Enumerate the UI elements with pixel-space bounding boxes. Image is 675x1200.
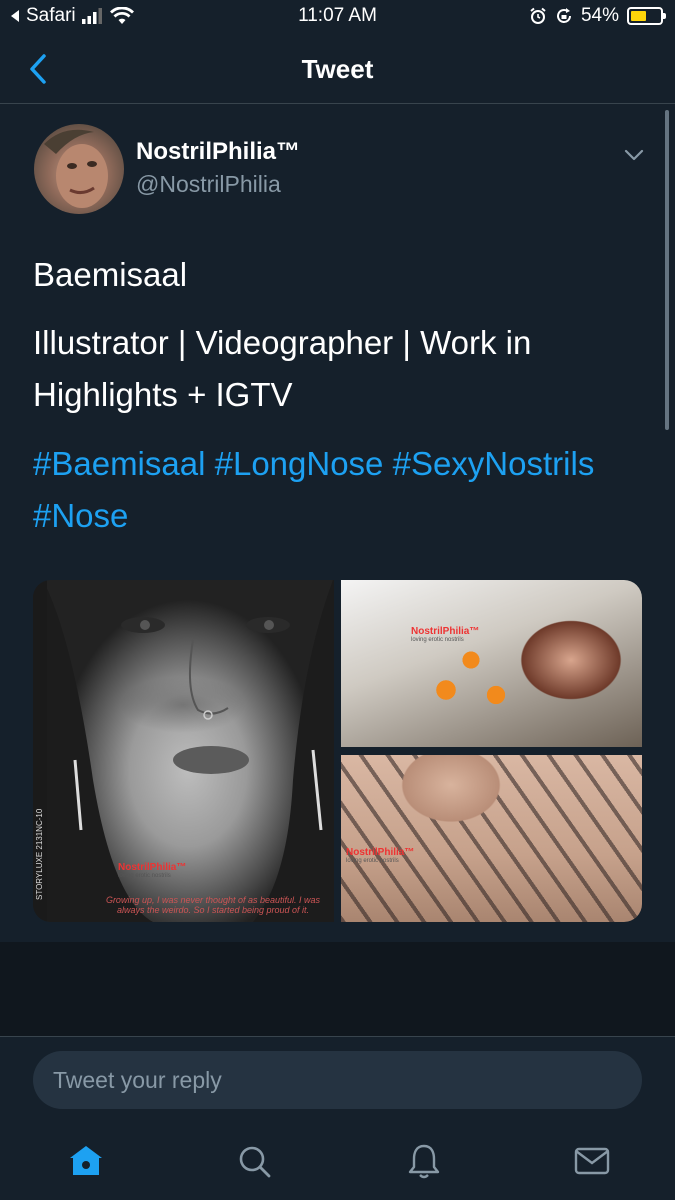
- home-icon[interactable]: [66, 1141, 106, 1181]
- watermark: NostrilPhilia™ loving erotic nostrils: [346, 847, 414, 864]
- battery-icon: [627, 7, 666, 25]
- film-strip: STORYLUXE 2131NC-10: [33, 580, 47, 922]
- tweet-text-line1: Baemisaal: [33, 256, 188, 293]
- media-image-2[interactable]: NostrilPhilia™ loving erotic nostrils: [341, 580, 642, 747]
- page-title: Tweet: [301, 54, 374, 84]
- watermark-text: NostrilPhilia™: [118, 862, 187, 873]
- reply-input[interactable]: [33, 1051, 642, 1109]
- notifications-icon[interactable]: [404, 1141, 444, 1181]
- alarm-icon: [530, 7, 546, 24]
- display-name[interactable]: NostrilPhilia™: [136, 138, 300, 166]
- battery-fill: [631, 11, 647, 21]
- status-bar: Safari 11:07 AM 54%: [0, 0, 675, 34]
- reply-bar: [0, 1036, 675, 1200]
- watermark: NostrilPhilia™ loving erotic nostrils: [118, 862, 186, 879]
- image-quote: Growing up, I was never thought of as be…: [105, 895, 321, 915]
- watermark-subtext: loving erotic nostrils: [346, 858, 399, 864]
- avatar-image: [44, 129, 108, 208]
- rotation-lock-icon: [557, 8, 571, 23]
- section-divider: [0, 942, 675, 1036]
- watermark-subtext: loving erotic nostrils: [411, 637, 464, 643]
- tweet-media-grid: STORYLUXE 2131NC-10 NostrilPhilia™ lovin…: [33, 580, 642, 922]
- hashtag-link[interactable]: #SexyNostrils: [393, 445, 595, 482]
- tweet-text-line2: Illustrator | Videographer | Work in Hig…: [33, 324, 532, 413]
- search-icon[interactable]: [234, 1141, 274, 1181]
- media-image-1[interactable]: STORYLUXE 2131NC-10 NostrilPhilia™ lovin…: [33, 580, 334, 922]
- film-strip-text: STORYLUXE 2131NC-10: [35, 808, 44, 900]
- hashtag-link[interactable]: #LongNose: [215, 445, 384, 482]
- scrollbar[interactable]: [665, 110, 669, 430]
- hashtag-link[interactable]: #Baemisaal: [33, 445, 205, 482]
- watermark-text: NostrilPhilia™: [411, 626, 480, 637]
- hashtag-link[interactable]: #Nose: [33, 497, 128, 534]
- user-handle[interactable]: @NostrilPhilia: [136, 171, 281, 198]
- avatar[interactable]: [34, 124, 124, 214]
- watermark: NostrilPhilia™ loving erotic nostrils: [411, 626, 479, 643]
- chevron-down-icon[interactable]: [620, 144, 648, 166]
- messages-icon[interactable]: [572, 1141, 612, 1181]
- watermark-subtext: loving erotic nostrils: [118, 873, 171, 879]
- nav-bar: Tweet: [0, 34, 675, 104]
- media-image-3[interactable]: NostrilPhilia™ loving erotic nostrils: [341, 755, 642, 922]
- status-right: 54%: [529, 5, 666, 27]
- watermark-text: NostrilPhilia™: [346, 847, 415, 858]
- battery-percent: 54%: [580, 5, 619, 26]
- tweet-hashtags: #Baemisaal #LongNose #SexyNostrils #Nose: [33, 438, 648, 542]
